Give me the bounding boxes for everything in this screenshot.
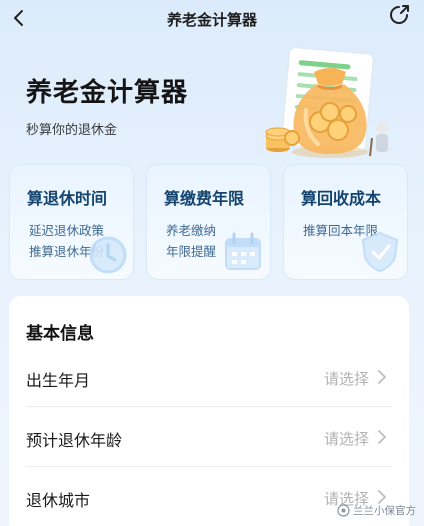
retirement-age-row[interactable]: 预计退休年龄 请选择 <box>9 407 409 467</box>
chevron-right-icon <box>378 370 386 384</box>
card-title: 算缴费年限 <box>164 189 245 208</box>
calendar-icon <box>225 232 261 270</box>
money-bag-illustration <box>265 47 388 158</box>
card-title: 算退休时间 <box>27 189 108 208</box>
row-label: 退休城市 <box>26 491 91 510</box>
card-title: 算回收成本 <box>301 189 382 208</box>
card-desc-line: 养老缴纳 <box>166 223 217 238</box>
feature-cards: 算退休时间 延迟退休政策 推算退休年份 算缴费年限 养老缴纳 年限提醒 算回收成… <box>9 164 409 280</box>
card-recovery-cost[interactable]: 算回收成本 推算回本年限 <box>283 164 408 280</box>
card-payment-years[interactable]: 算缴费年限 养老缴纳 年限提醒 <box>146 164 271 280</box>
page-title: 养老金计算器 <box>166 11 257 29</box>
row-label: 出生年月 <box>26 371 91 390</box>
clock-icon <box>89 236 127 274</box>
watermark-logo-icon <box>337 504 350 517</box>
watermark: 兰兰小保官方 <box>337 503 416 518</box>
card-desc-line: 年限提醒 <box>166 244 217 259</box>
shield-icon <box>361 231 399 273</box>
row-placeholder: 请选择 <box>323 430 369 448</box>
chevron-right-icon <box>378 430 386 444</box>
basic-info-panel: 基本信息 出生年月 请选择 预计退休年龄 请选择 退休城市 请选择 <box>9 296 409 526</box>
row-placeholder: 请选择 <box>323 370 369 388</box>
card-retirement-time[interactable]: 算退休时间 延迟退休政策 推算退休年份 <box>9 164 134 280</box>
hero-subtitle: 秒算你的退休金 <box>26 123 118 138</box>
hero-title: 养老金计算器 <box>26 78 189 108</box>
birth-date-row[interactable]: 出生年月 请选择 <box>9 347 409 407</box>
nav-bar: 养老金计算器 <box>0 0 424 36</box>
share-icon[interactable] <box>386 2 412 28</box>
watermark-text: 兰兰小保官方 <box>353 505 416 517</box>
section-title: 基本信息 <box>26 324 94 344</box>
row-label: 预计退休年龄 <box>26 431 123 450</box>
